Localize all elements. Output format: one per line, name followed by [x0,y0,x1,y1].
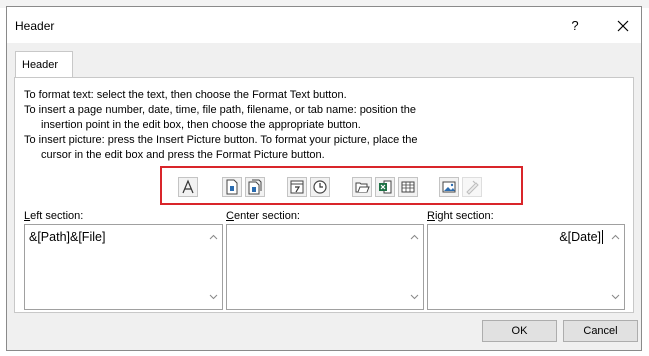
instruction-line: To insert a page number, date, time, fil… [24,104,416,116]
scroll-up-icon[interactable] [611,234,620,240]
title-bar: Header ? [7,7,641,43]
instructions: To format text: select the text, then ch… [24,88,624,163]
scroll-down-icon[interactable] [611,294,620,300]
insert-page-number-button[interactable] [222,177,242,197]
dialog-title: Header [15,19,55,33]
insert-page-number-icon [226,179,238,195]
left-section-editbox[interactable]: &[Path]&[File] [24,224,223,310]
help-button[interactable]: ? [565,16,585,36]
header-dialog: Header ? Header To format text: select t… [6,6,642,351]
left-section-scrollbar[interactable] [205,225,222,309]
insert-time-button[interactable] [310,177,330,197]
left-section-label: Left section: [24,210,84,222]
format-text-button[interactable] [178,177,198,197]
close-icon [617,20,629,32]
insert-picture-button[interactable] [439,177,459,197]
header-toolbar [160,166,523,205]
center-section-label: Center section: [226,210,300,222]
instruction-line: To format text: select the text, then ch… [24,89,347,101]
scroll-up-icon[interactable] [209,234,218,240]
insert-file-path-button[interactable] [352,177,372,197]
cancel-button[interactable]: Cancel [563,320,638,342]
insert-sheet-name-icon [401,181,415,193]
instruction-line: insertion point in the edit box, then ch… [41,119,361,131]
insert-file-path-icon [355,182,370,193]
right-section-text: &[Date] [559,230,603,244]
right-section-editbox[interactable]: &[Date] [427,224,625,310]
center-section-scrollbar[interactable] [406,225,423,309]
insert-date-icon [290,180,304,194]
close-button[interactable] [613,16,633,36]
scroll-down-icon[interactable] [410,294,419,300]
insert-date-button[interactable] [287,177,307,197]
insert-file-name-button[interactable] [375,177,395,197]
insert-time-icon [313,180,327,194]
insert-sheet-name-button[interactable] [398,177,418,197]
scroll-up-icon[interactable] [410,234,419,240]
insert-file-name-icon [379,180,392,194]
insert-picture-icon [442,181,456,193]
insert-number-of-pages-button[interactable] [245,177,265,197]
right-section-scrollbar[interactable] [607,225,624,309]
scroll-down-icon[interactable] [209,294,218,300]
format-picture-button[interactable] [462,177,482,197]
format-picture-icon [466,180,479,195]
insert-number-of-pages-icon [248,179,262,195]
instruction-line: To insert picture: press the Insert Pict… [24,134,418,146]
format-text-icon [182,179,194,194]
instruction-line: cursor in the edit box and press the For… [41,149,325,161]
ok-button[interactable]: OK [482,320,557,342]
center-section-editbox[interactable] [226,224,424,310]
left-section-text: &[Path]&[File] [29,230,106,244]
tab-header[interactable]: Header [15,51,73,77]
right-section-label: Right section: [427,210,494,222]
tab-panel: To format text: select the text, then ch… [14,77,634,313]
